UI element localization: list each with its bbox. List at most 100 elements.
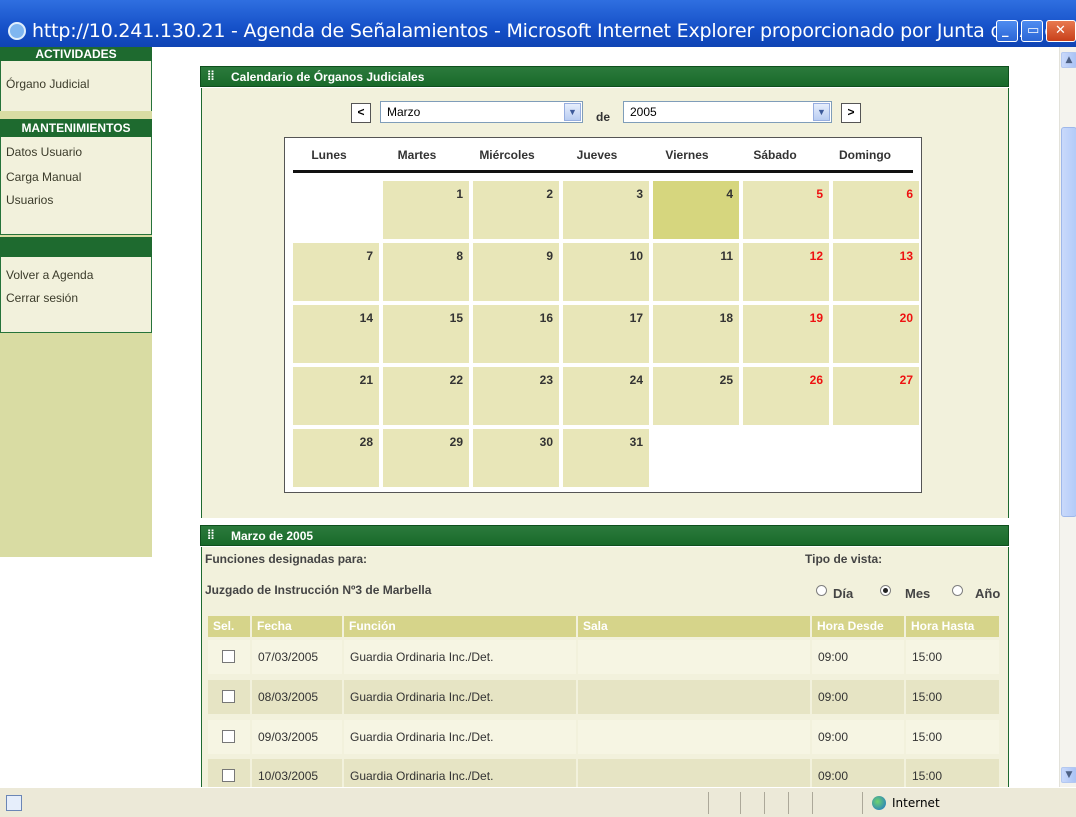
- calendar-day-cell[interactable]: 2: [473, 181, 559, 239]
- sidebar-item-datos-usuario[interactable]: Datos Usuario: [6, 145, 82, 159]
- grip-icon: ⁞⁞: [207, 527, 215, 542]
- sidebar-item-carga-manual[interactable]: Carga Manual: [6, 170, 81, 184]
- chevron-down-icon: ▼: [813, 103, 830, 121]
- calendar-day-cell[interactable]: 12: [743, 243, 829, 301]
- calendar-day-number: 24: [629, 373, 643, 387]
- calendar-day-cell[interactable]: 30: [473, 429, 559, 487]
- cell-fecha: 07/03/2005: [252, 640, 342, 674]
- vertical-scrollbar[interactable]: ▲ ▼: [1059, 47, 1076, 787]
- list-panel-title: Marzo de 2005: [231, 529, 314, 543]
- page-icon: [6, 795, 22, 811]
- view-dia-radio[interactable]: [816, 585, 827, 596]
- calendar-day-number: 7: [366, 249, 373, 263]
- window-titlebar[interactable]: http://10.241.130.21 - Agenda de Señalam…: [0, 0, 1076, 47]
- window-title: http://10.241.130.21 - Agenda de Señalam…: [32, 20, 1074, 42]
- calendar-day-number: 10: [629, 249, 643, 263]
- calendar-day-cell[interactable]: 4: [653, 181, 739, 239]
- calendar-day-cell[interactable]: 24: [563, 367, 649, 425]
- calendar-day-cell[interactable]: 22: [383, 367, 469, 425]
- cell-fecha: 08/03/2005: [252, 680, 342, 714]
- calendar-day-cell[interactable]: 28: [293, 429, 379, 487]
- de-label: de: [596, 110, 611, 124]
- calendar-day-cell[interactable]: 5: [743, 181, 829, 239]
- row-select-checkbox[interactable]: [222, 769, 235, 782]
- minimize-button[interactable]: _: [996, 20, 1018, 42]
- row-select-checkbox[interactable]: [222, 730, 235, 743]
- view-mes-radio[interactable]: [880, 585, 891, 596]
- sidebar-session-box: Volver a Agenda Cerrar sesión: [0, 257, 152, 333]
- calendar-day-cell[interactable]: 17: [563, 305, 649, 363]
- prev-month-button[interactable]: <: [351, 103, 371, 123]
- day-header-sabado: Sábado: [753, 148, 797, 162]
- col-header-funcion: Función: [344, 616, 576, 637]
- day-header-viernes: Viernes: [665, 148, 709, 162]
- calendar-day-number: 4: [726, 187, 733, 201]
- cell-fecha: 09/03/2005: [252, 720, 342, 754]
- calendar-day-cell[interactable]: 3: [563, 181, 649, 239]
- scroll-up-button[interactable]: ▲: [1061, 52, 1076, 68]
- calendar-day-cell[interactable]: 21: [293, 367, 379, 425]
- calendar-day-number: 2: [546, 187, 553, 201]
- sidebar-item-volver-agenda[interactable]: Volver a Agenda: [6, 268, 93, 282]
- calendar-day-cell[interactable]: 8: [383, 243, 469, 301]
- calendar-day-cell[interactable]: 16: [473, 305, 559, 363]
- sidebar: ACTIVIDADES Órgano Judicial MANTENIMIENT…: [0, 47, 152, 557]
- cell-sel: [208, 640, 250, 674]
- calendar-panel-header: ⁞⁞ Calendario de Órganos Judiciales: [200, 66, 1009, 87]
- calendar-divider: [293, 170, 913, 173]
- status-separator: [740, 792, 741, 814]
- calendar-day-cell[interactable]: 14: [293, 305, 379, 363]
- next-month-button[interactable]: >: [841, 103, 861, 123]
- cell-sala: [578, 720, 810, 754]
- calendar-day-cell[interactable]: 6: [833, 181, 919, 239]
- calendar-day-cell[interactable]: 10: [563, 243, 649, 301]
- calendar-day-cell[interactable]: 1: [383, 181, 469, 239]
- year-select[interactable]: 2005 ▼: [623, 101, 832, 123]
- scroll-thumb[interactable]: [1061, 127, 1076, 517]
- calendar-day-cell[interactable]: 11: [653, 243, 739, 301]
- security-zone-label: Internet: [892, 796, 940, 810]
- calendar-day-number: 20: [899, 311, 913, 325]
- table-row: 07/03/2005 Guardia Ordinaria Inc./Det. 09:…: [208, 640, 999, 674]
- calendar-day-cell[interactable]: 15: [383, 305, 469, 363]
- calendar-day-cell[interactable]: 31: [563, 429, 649, 487]
- view-mes-label[interactable]: Mes: [905, 586, 930, 601]
- calendar-day-cell[interactable]: 25: [653, 367, 739, 425]
- calendar-day-number: 31: [629, 435, 643, 449]
- calendar-day-cell[interactable]: 23: [473, 367, 559, 425]
- calendar-day-cell[interactable]: 19: [743, 305, 829, 363]
- table-row: 09/03/2005 Guardia Ordinaria Inc./Det. 09:…: [208, 720, 999, 754]
- calendar-day-cell[interactable]: 29: [383, 429, 469, 487]
- col-header-hora-hasta: Hora Hasta: [906, 616, 999, 637]
- status-separator: [862, 792, 863, 814]
- calendar-panel-title: Calendario de Órganos Judiciales: [231, 70, 425, 84]
- row-select-checkbox[interactable]: [222, 690, 235, 703]
- calendar-day-cell[interactable]: 7: [293, 243, 379, 301]
- maximize-button[interactable]: ▭: [1021, 20, 1043, 42]
- cell-hora-hasta: 15:00: [906, 680, 999, 714]
- calendar-day-number: 12: [809, 249, 823, 263]
- sidebar-item-usuarios[interactable]: Usuarios: [6, 193, 53, 207]
- view-ano-radio[interactable]: [952, 585, 963, 596]
- cell-sala: [578, 680, 810, 714]
- funciones-label: Funciones designadas para:: [205, 552, 368, 566]
- calendar-day-cell[interactable]: 9: [473, 243, 559, 301]
- view-dia-label[interactable]: Día: [833, 586, 853, 601]
- close-button[interactable]: ✕: [1046, 20, 1076, 42]
- calendar-day-cell[interactable]: 20: [833, 305, 919, 363]
- calendar-day-number: 11: [720, 249, 733, 263]
- calendar-day-cell[interactable]: 13: [833, 243, 919, 301]
- day-header-martes: Martes: [397, 148, 437, 162]
- sidebar-item-organo-judicial[interactable]: Órgano Judicial: [6, 77, 89, 91]
- calendar-day-cell[interactable]: 27: [833, 367, 919, 425]
- calendar-day-cell[interactable]: 18: [653, 305, 739, 363]
- row-select-checkbox[interactable]: [222, 650, 235, 663]
- view-ano-label[interactable]: Año: [975, 586, 1000, 601]
- calendar-day-number: 6: [906, 187, 913, 201]
- status-separator: [708, 792, 709, 814]
- day-header-domingo: Domingo: [839, 148, 891, 162]
- scroll-down-button[interactable]: ▼: [1061, 767, 1076, 783]
- sidebar-item-cerrar-sesion[interactable]: Cerrar sesión: [6, 291, 78, 305]
- month-select[interactable]: Marzo ▼: [380, 101, 583, 123]
- calendar-day-cell[interactable]: 26: [743, 367, 829, 425]
